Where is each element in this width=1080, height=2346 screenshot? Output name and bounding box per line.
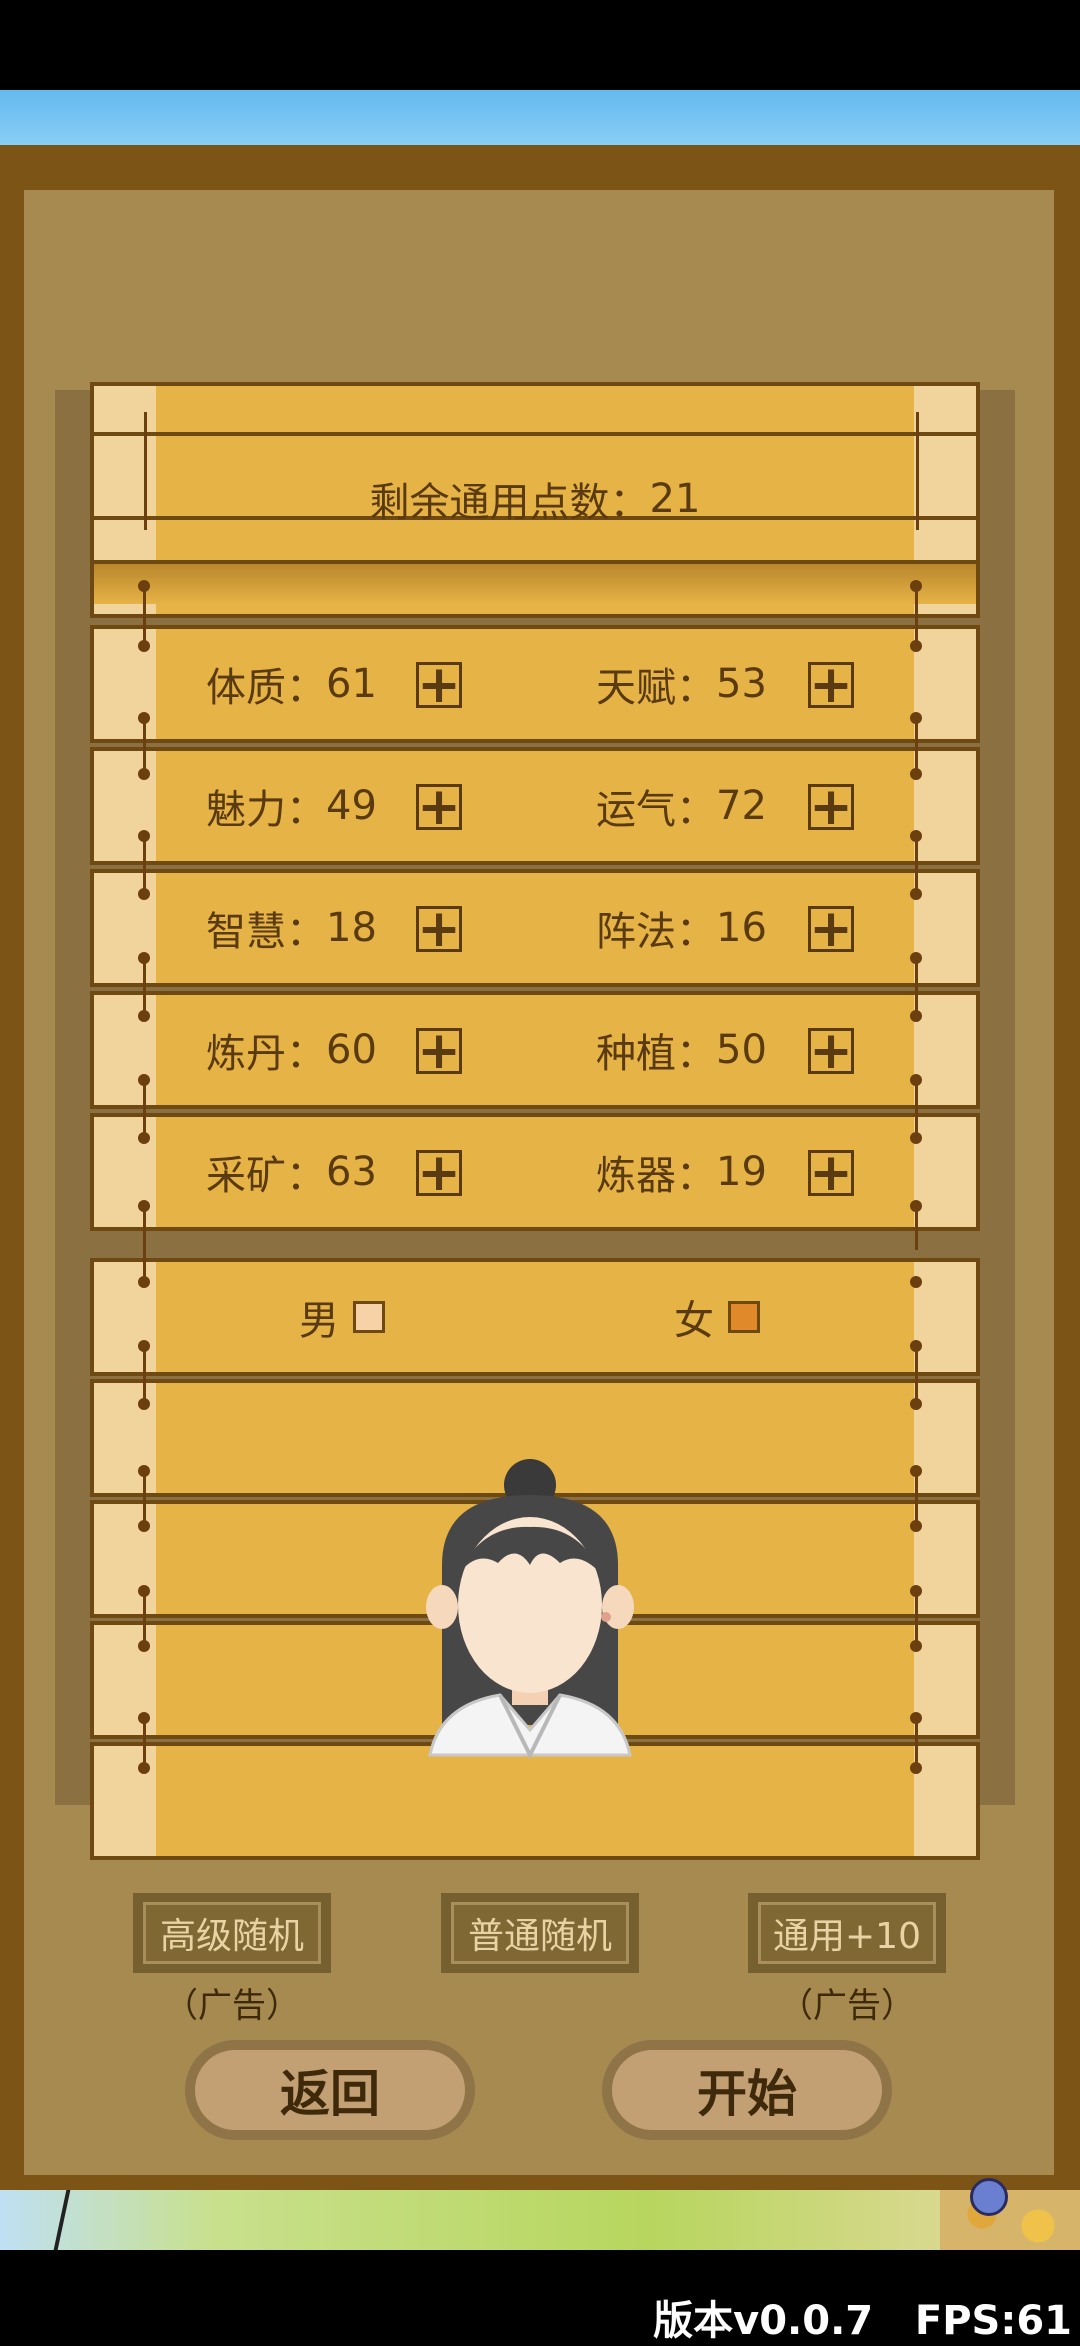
fps-text: FPS:61 <box>914 2298 1072 2344</box>
add-mining-button[interactable]: + <box>416 1147 462 1199</box>
stat-row-1: 体质： 61 + 天赋： 53 + <box>90 625 980 743</box>
gender-female-label: 女 <box>674 1298 714 1344</box>
remaining-points-label: 剩余通用点数： <box>369 480 650 526</box>
version-text: 版本v0.0.7 <box>653 2298 874 2344</box>
add-talent-button[interactable]: + <box>808 659 854 711</box>
remaining-points-text: 剩余通用点数： 21 <box>94 434 976 564</box>
add-alchemy-button[interactable]: + <box>416 1025 462 1077</box>
stat-planting: 种植： 50 <box>596 1027 767 1077</box>
add-planting-button[interactable]: + <box>808 1025 854 1077</box>
general-plus10-label: 通用+10 <box>758 1902 936 1964</box>
stat-constitution: 体质： 61 <box>206 661 377 711</box>
general-plus10-button[interactable]: 通用+10 <box>748 1893 946 1973</box>
character-avatar <box>426 1459 634 1760</box>
stat-luck: 运气： 72 <box>596 783 767 833</box>
stat-refining: 炼器： 19 <box>596 1149 767 1199</box>
back-button[interactable]: 返回 <box>185 2040 475 2140</box>
add-charm-button[interactable]: + <box>416 781 462 833</box>
gender-row: 男 女 <box>90 1258 980 1376</box>
stat-row-5: 采矿： 63 + 炼器： 19 + <box>90 1113 980 1231</box>
remaining-points-value: 21 <box>649 476 701 522</box>
advanced-random-button[interactable]: 高级随机 <box>133 1893 331 1973</box>
gender-male-label: 男 <box>299 1298 339 1344</box>
points-scroll: 剩余通用点数： 21 <box>90 382 980 618</box>
add-refining-button[interactable]: + <box>808 1147 854 1199</box>
stat-charm: 魅力： 49 <box>206 783 377 833</box>
stat-formation: 阵法： 16 <box>596 905 767 955</box>
sky-background <box>0 90 1080 150</box>
stat-mining: 采矿： 63 <box>206 1149 377 1199</box>
gender-female-option[interactable]: 女 <box>674 1262 760 1372</box>
start-button[interactable]: 开始 <box>602 2040 892 2140</box>
version-fps-readout: 版本v0.0.7 FPS:61 <box>653 2288 1072 2346</box>
add-luck-button[interactable]: + <box>808 781 854 833</box>
gender-male-checkbox[interactable] <box>353 1301 385 1333</box>
stat-row-2: 魅力： 49 + 运气： 72 + <box>90 747 980 865</box>
stat-row-4: 炼丹： 60 + 种植： 50 + <box>90 991 980 1109</box>
ad-note-right: （广告） <box>779 1986 915 2026</box>
stat-talent: 天赋： 53 <box>596 661 767 711</box>
ad-note-left: （广告） <box>164 1986 300 2026</box>
stat-alchemy: 炼丹： 60 <box>206 1027 377 1077</box>
add-wisdom-button[interactable]: + <box>416 903 462 955</box>
ground-strip <box>0 2178 1080 2250</box>
stat-row-3: 智慧： 18 + 阵法： 16 + <box>90 869 980 987</box>
normal-random-button[interactable]: 普通随机 <box>441 1893 639 1973</box>
gender-male-option[interactable]: 男 <box>299 1262 385 1372</box>
add-constitution-button[interactable]: + <box>416 659 462 711</box>
advanced-random-label: 高级随机 <box>143 1902 321 1964</box>
stat-wisdom: 智慧： 18 <box>206 905 377 955</box>
normal-random-label: 普通随机 <box>451 1902 629 1964</box>
add-formation-button[interactable]: + <box>808 903 854 955</box>
gender-female-checkbox[interactable] <box>728 1301 760 1333</box>
